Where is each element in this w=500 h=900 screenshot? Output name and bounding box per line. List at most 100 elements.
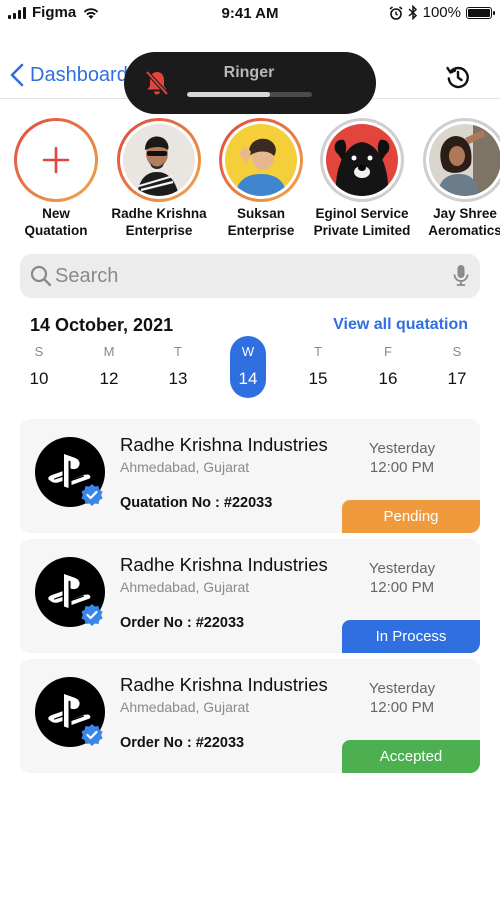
status-badge: Accepted bbox=[342, 740, 480, 773]
alarm-icon bbox=[389, 5, 403, 20]
day-number: 16 bbox=[378, 369, 398, 388]
status-bar: Figma 9:41 AM 100% bbox=[0, 0, 500, 26]
story-inner bbox=[222, 121, 300, 199]
bluetooth-icon bbox=[408, 5, 417, 20]
timestamp-day: Yesterday bbox=[368, 680, 436, 697]
order-number: Order No : #22033 bbox=[120, 735, 245, 751]
avatar-photo bbox=[225, 124, 297, 196]
avatar-photo bbox=[429, 124, 500, 196]
company-name: Radhe Krishna Industries bbox=[120, 674, 328, 695]
company-location: Ahmedabad, Gujarat bbox=[120, 579, 250, 595]
story-label-line2: Private Limited bbox=[313, 223, 411, 238]
day-number: 10 bbox=[29, 369, 49, 388]
verified-badge-icon bbox=[81, 604, 103, 626]
story-ring bbox=[423, 118, 500, 202]
week-strip: S 10 M 12 T 13 W 14 T 15 F 16 S 17 bbox=[0, 336, 500, 400]
day-thursday[interactable]: T 15 bbox=[300, 336, 336, 398]
quotation-card[interactable]: Radhe Krishna Industries Ahmedabad, Guja… bbox=[20, 419, 480, 533]
ringer-hud: Ringer bbox=[124, 52, 376, 114]
ringer-volume-fill bbox=[187, 92, 270, 97]
search-bar bbox=[20, 254, 480, 298]
company-location: Ahmedabad, Gujarat bbox=[120, 459, 250, 475]
company-name: Radhe Krishna Industries bbox=[120, 554, 328, 575]
story-ring bbox=[219, 118, 303, 202]
story-label-line1: Radhe Krishna bbox=[111, 206, 207, 221]
avatar-photo bbox=[123, 124, 195, 196]
back-button-label: Dashboard bbox=[30, 63, 128, 86]
ringer-label: Ringer bbox=[223, 64, 275, 81]
day-tuesday[interactable]: T 13 bbox=[160, 336, 196, 398]
story-label-line1: Jay Shree bbox=[433, 206, 497, 221]
timestamp-time: 12:00 PM bbox=[369, 699, 435, 716]
day-name: W bbox=[241, 344, 255, 359]
ringer-volume-track bbox=[187, 92, 312, 97]
stories-row: New Quatation Radhe Krishna Enterprise S… bbox=[0, 118, 500, 246]
story-inner bbox=[120, 121, 198, 199]
card-timestamp: Yesterday 12:00 PM bbox=[352, 559, 452, 597]
order-number: Order No : #22033 bbox=[120, 615, 245, 631]
timestamp-time: 12:00 PM bbox=[369, 579, 435, 596]
day-number: 13 bbox=[168, 369, 188, 388]
view-all-quatation-link[interactable]: View all quatation bbox=[333, 316, 468, 334]
story-radhe-krishna[interactable]: Radhe Krishna Enterprise bbox=[104, 118, 214, 239]
day-name: M bbox=[103, 344, 115, 359]
day-name: T bbox=[314, 344, 322, 359]
selected-date-title: 14 October, 2021 bbox=[30, 315, 174, 335]
day-name: T bbox=[174, 344, 182, 359]
avatar-photo bbox=[326, 124, 398, 196]
day-name: F bbox=[384, 344, 392, 359]
day-number: 14 bbox=[238, 369, 258, 388]
company-name: Radhe Krishna Industries bbox=[120, 434, 328, 455]
order-card[interactable]: Radhe Krishna Industries Ahmedabad, Guja… bbox=[20, 659, 480, 773]
company-location: Ahmedabad, Gujarat bbox=[120, 699, 250, 715]
card-timestamp: Yesterday 12:00 PM bbox=[352, 679, 452, 717]
day-sunday[interactable]: S 10 bbox=[21, 336, 57, 398]
story-eginol-service[interactable]: Eginol Service Private Limited bbox=[307, 118, 417, 239]
plus-icon bbox=[42, 146, 70, 174]
story-label-line1: Eginol Service bbox=[315, 206, 409, 221]
story-inner bbox=[323, 121, 401, 199]
story-ring bbox=[117, 118, 201, 202]
story-label: Jay Shree Aeromatics bbox=[410, 205, 500, 239]
status-badge: In Process bbox=[342, 620, 480, 653]
day-number: 17 bbox=[447, 369, 467, 388]
story-label: Eginol Service Private Limited bbox=[307, 205, 417, 239]
card-timestamp: Yesterday 12:00 PM bbox=[352, 439, 452, 477]
story-ring bbox=[14, 118, 98, 202]
search-icon bbox=[30, 265, 52, 287]
history-icon[interactable] bbox=[444, 63, 472, 91]
timestamp-time: 12:00 PM bbox=[369, 459, 435, 476]
story-inner bbox=[426, 121, 500, 199]
status-right: 100% bbox=[389, 4, 495, 21]
day-friday[interactable]: F 16 bbox=[370, 336, 406, 398]
status-badge: Pending bbox=[342, 500, 480, 533]
story-ring bbox=[320, 118, 404, 202]
story-label: Suksan Enterprise bbox=[206, 205, 316, 239]
story-suksan[interactable]: Suksan Enterprise bbox=[206, 118, 316, 239]
back-button[interactable]: Dashboard bbox=[10, 63, 128, 87]
timestamp-day: Yesterday bbox=[368, 560, 436, 577]
day-number: 15 bbox=[308, 369, 328, 388]
battery-icon bbox=[466, 6, 495, 19]
day-saturday[interactable]: S 17 bbox=[439, 336, 475, 398]
day-wednesday-selected[interactable]: W 14 bbox=[230, 336, 266, 398]
story-new-quatation[interactable]: New Quatation bbox=[1, 118, 111, 239]
story-plus bbox=[17, 121, 95, 199]
chevron-left-icon bbox=[10, 63, 24, 87]
microphone-icon[interactable] bbox=[452, 264, 470, 288]
order-card[interactable]: Radhe Krishna Industries Ahmedabad, Guja… bbox=[20, 539, 480, 653]
day-monday[interactable]: M 12 bbox=[91, 336, 127, 398]
story-label: New Quatation bbox=[1, 205, 111, 239]
story-label-line2: Enterprise bbox=[227, 223, 295, 238]
search-input[interactable] bbox=[55, 260, 435, 292]
story-label: Radhe Krishna Enterprise bbox=[104, 205, 214, 239]
timestamp-day: Yesterday bbox=[368, 440, 436, 457]
story-label-line2: Aeromatics bbox=[428, 223, 500, 238]
day-name: S bbox=[452, 344, 462, 359]
battery-percent: 100% bbox=[422, 4, 461, 21]
story-label-line2: Quatation bbox=[24, 223, 88, 238]
story-jay-shree[interactable]: Jay Shree Aeromatics bbox=[410, 118, 500, 239]
story-label-line1: Suksan bbox=[236, 206, 286, 221]
verified-badge-icon bbox=[81, 484, 103, 506]
quotation-number: Quatation No : #22033 bbox=[120, 495, 273, 511]
